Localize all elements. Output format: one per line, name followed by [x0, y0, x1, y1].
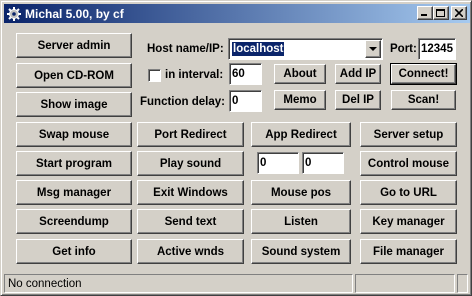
send-text-button[interactable]: Send text [137, 209, 244, 234]
go-to-url-button[interactable]: Go to URL [360, 180, 457, 205]
interval-field[interactable]: 60 [229, 63, 262, 85]
screendump-button[interactable]: Screendump [16, 209, 132, 234]
host-combobox[interactable]: localhost [228, 38, 383, 60]
del-ip-button[interactable]: Del IP [335, 90, 381, 110]
play-sound-button[interactable]: Play sound [137, 151, 244, 176]
host-value[interactable]: localhost [232, 42, 285, 56]
title-bar[interactable]: Michal 5.00, by cf [4, 4, 470, 23]
control-mouse-button[interactable]: Control mouse [360, 151, 457, 176]
key-manager-button[interactable]: Key manager [360, 209, 457, 234]
port-field[interactable]: 12345 [418, 38, 456, 60]
chevron-down-icon [369, 46, 377, 51]
memo-button[interactable]: Memo [274, 90, 326, 110]
listen-button[interactable]: Listen [251, 209, 351, 234]
status-panel-2 [355, 274, 455, 293]
show-image-button[interactable]: Show image [16, 92, 132, 117]
server-setup-button[interactable]: Server setup [360, 122, 457, 147]
minimize-button[interactable] [417, 6, 433, 20]
window-title: Michal 5.00, by cf [25, 6, 124, 21]
function-delay-field[interactable]: 0 [229, 90, 262, 112]
connect-button[interactable]: Connect! [390, 63, 457, 85]
mouse-pos-button[interactable]: Mouse pos [251, 180, 351, 205]
swap-mouse-button[interactable]: Swap mouse [16, 122, 132, 147]
start-program-button[interactable]: Start program [16, 151, 132, 176]
host-label: Host name/IP: [147, 43, 224, 55]
status-panel-3 [457, 274, 468, 293]
scan-button[interactable]: Scan! [391, 90, 456, 110]
sound-system-button[interactable]: Sound system [251, 239, 351, 264]
server-admin-button[interactable]: Server admin [16, 33, 132, 58]
y-coordinate-field[interactable]: 0 [302, 152, 344, 174]
add-ip-button[interactable]: Add IP [335, 64, 381, 84]
file-manager-button[interactable]: File manager [360, 239, 457, 264]
interval-label: in interval: [165, 69, 224, 81]
open-cdrom-button[interactable]: Open CD-ROM [16, 63, 132, 88]
about-button[interactable]: About [274, 64, 326, 84]
maximize-icon [436, 8, 445, 17]
status-text: No connection [4, 274, 353, 293]
exit-windows-button[interactable]: Exit Windows [137, 180, 244, 205]
main-window: Michal 5.00, by cf Server admin Open CD-… [0, 0, 472, 296]
minimize-icon [421, 14, 427, 16]
gear-icon[interactable] [6, 6, 22, 22]
close-button[interactable] [451, 6, 467, 20]
maximize-button[interactable] [433, 6, 449, 20]
interval-checkbox[interactable] [148, 69, 161, 82]
msg-manager-button[interactable]: Msg manager [16, 180, 132, 205]
active-wnds-button[interactable]: Active wnds [137, 239, 244, 264]
port-redirect-button[interactable]: Port Redirect [137, 122, 244, 147]
combo-dropdown-button[interactable] [365, 40, 381, 58]
close-icon [455, 9, 463, 17]
port-label: Port: [390, 43, 417, 55]
x-coordinate-field[interactable]: 0 [257, 152, 299, 174]
get-info-button[interactable]: Get info [16, 239, 132, 264]
function-delay-label: Function delay: [140, 96, 225, 108]
app-redirect-button[interactable]: App Redirect [251, 122, 351, 147]
status-bar: No connection [4, 274, 468, 293]
